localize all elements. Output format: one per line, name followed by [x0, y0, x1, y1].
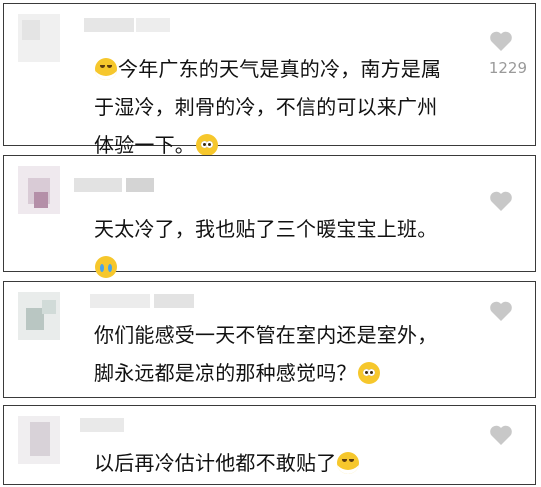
username[interactable] [84, 18, 194, 32]
avatar[interactable] [18, 292, 60, 340]
heart-icon[interactable] [489, 424, 513, 446]
comment-text: 今年广东的天气是真的冷，南方是属于湿冷，刺骨的冷，不信的可以来广州体验一下。 [94, 57, 442, 157]
laugh-cry-emoji [337, 452, 360, 474]
avatar[interactable] [18, 166, 60, 214]
comment-text: 天太冷了，我也贴了三个暖宝宝上班。 [94, 210, 457, 286]
comment-card: 你们能感受一天不管在室内还是室外，脚永远都是凉的那种感觉吗？ [3, 281, 536, 398]
heart-icon[interactable] [489, 190, 513, 212]
username[interactable] [80, 418, 190, 432]
like-count: 1229 [488, 59, 527, 77]
comment-card: 天太冷了，我也贴了三个暖宝宝上班。 [3, 155, 536, 278]
avatar[interactable] [18, 14, 60, 62]
username[interactable] [90, 294, 200, 308]
pleading-emoji [196, 134, 218, 156]
heart-icon[interactable] [489, 30, 513, 52]
pleading-emoji [357, 362, 380, 384]
comment-card: 以后再冷估计他都不敢贴了 [3, 405, 536, 485]
heart-icon[interactable] [489, 300, 513, 322]
laugh-cry-emoji [95, 58, 117, 80]
username[interactable] [74, 178, 184, 192]
comment-card: 1229 今年广东的天气是真的冷，南方是属于湿冷，刺骨的冷，不信的可以来广州体验… [3, 3, 536, 157]
comment-text: 以后再冷估计他都不敢贴了 [94, 444, 457, 482]
crying-emoji [95, 256, 117, 278]
comment-text: 你们能感受一天不管在室内还是室外，脚永远都是凉的那种感觉吗？ [94, 323, 438, 385]
avatar[interactable] [18, 416, 60, 464]
